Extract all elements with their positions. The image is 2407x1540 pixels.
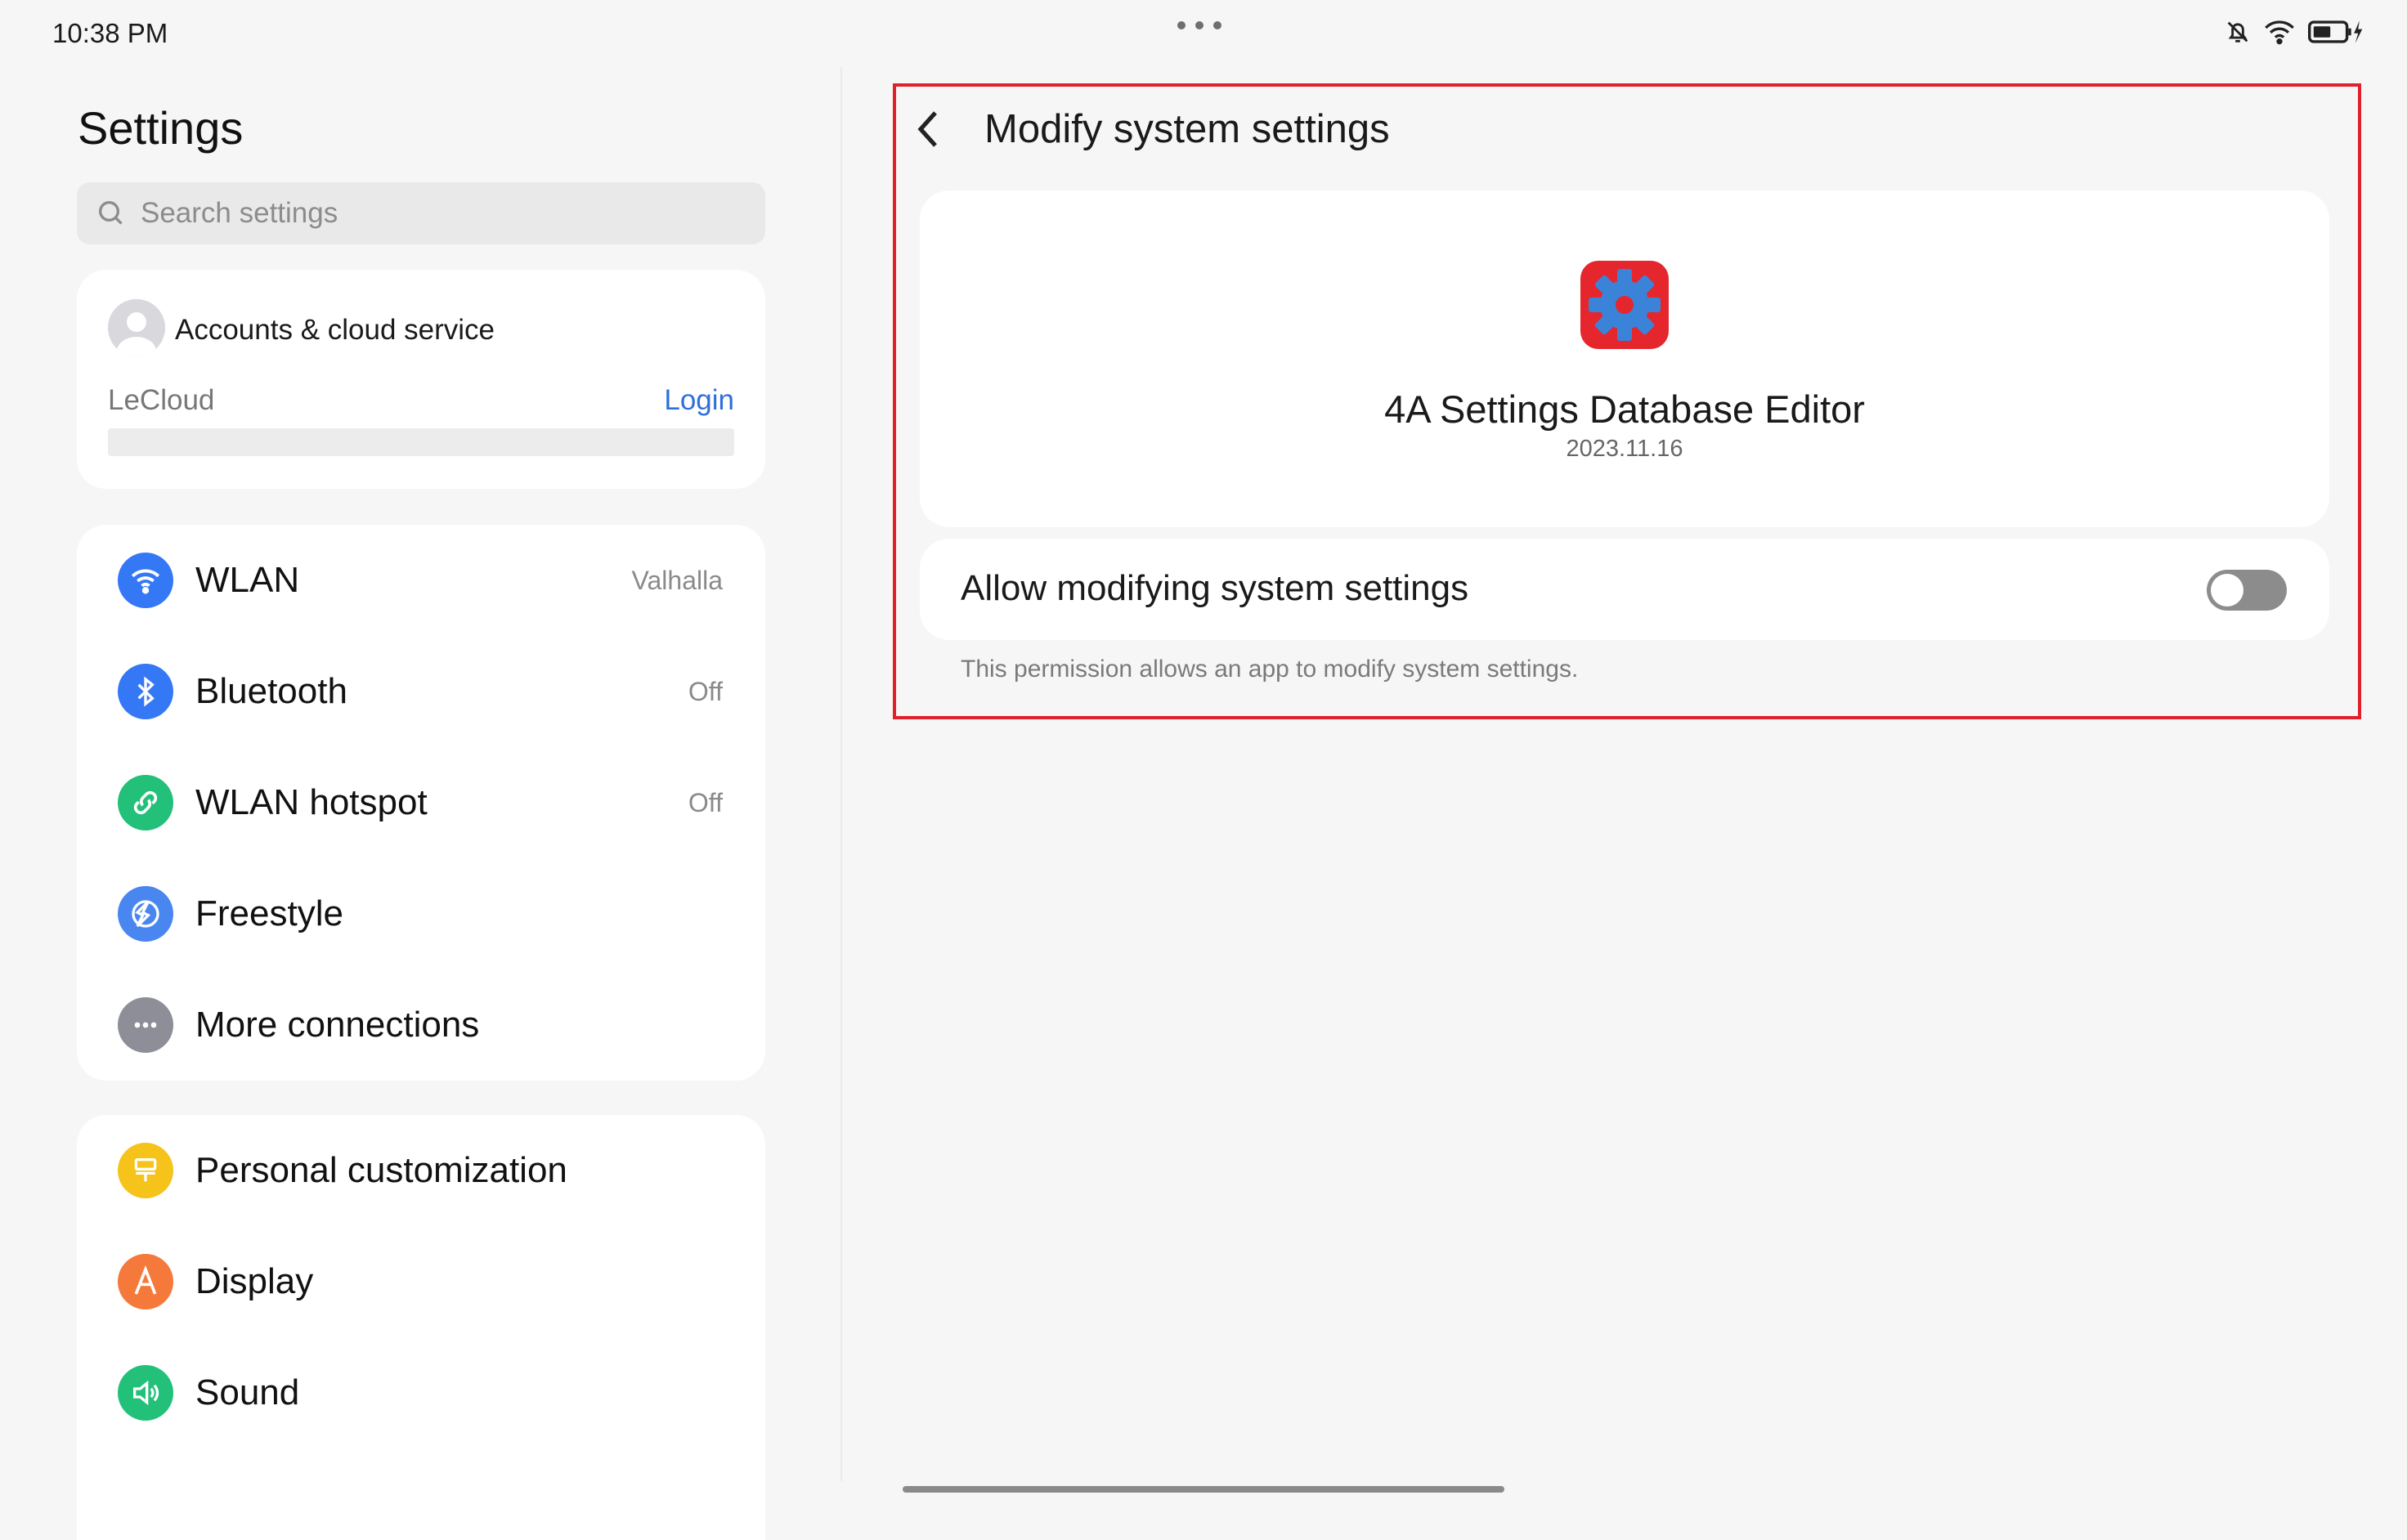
detail-title: Modify system settings (984, 107, 1390, 151)
wifi-icon (118, 553, 173, 608)
sidebar-item-personal-customization[interactable]: Personal customization (77, 1115, 765, 1226)
bell-off-icon (2227, 21, 2248, 43)
account-progress-bar (108, 428, 734, 456)
account-title: Accounts & cloud service (175, 314, 495, 346)
sidebar-item-label: Bluetooth (195, 671, 347, 711)
cloud-service-name: LeCloud (108, 384, 215, 416)
app-info-card: 4A Settings Database Editor 2023.11.16 (920, 190, 2329, 527)
sidebar-item-wlan-hotspot[interactable]: WLAN hotspot Off (77, 747, 765, 858)
account-card[interactable]: Accounts & cloud service LeCloud Login (77, 270, 765, 489)
avatar (108, 299, 165, 356)
search-icon (99, 201, 123, 225)
battery-charging-icon (2308, 20, 2363, 43)
permission-description: This permission allows an app to modify … (961, 656, 1579, 683)
sidebar-item-label: More connections (195, 1005, 480, 1045)
more-dots-icon (118, 997, 173, 1053)
gear-icon (1580, 261, 1669, 349)
personal-card: Personal customization Display Sound (77, 1115, 765, 1540)
sidebar-item-label: Display (195, 1261, 314, 1301)
search-bar[interactable] (77, 182, 765, 244)
freestyle-icon (118, 886, 173, 942)
sidebar-item-wlan[interactable]: WLAN Valhalla (77, 525, 765, 636)
sidebar-item-sound[interactable]: Sound (77, 1337, 765, 1448)
status-icons (2224, 18, 2364, 46)
sidebar-item-label: Personal customization (195, 1150, 567, 1190)
sidebar-item-value: Off (688, 787, 723, 817)
sidebar-item-display[interactable]: Display (77, 1226, 765, 1337)
permission-toggle-row[interactable]: Allow modifying system settings (920, 539, 2329, 640)
sidebar-item-more-connections[interactable]: More connections (77, 969, 765, 1081)
avatar-person-icon (117, 312, 156, 356)
sidebar-item-label: Sound (195, 1372, 300, 1412)
wifi-icon (2265, 20, 2294, 45)
allow-modify-toggle[interactable] (2207, 570, 2287, 611)
sidebar-item-label: WLAN (195, 560, 300, 600)
paintbrush-icon (118, 1143, 173, 1198)
search-input[interactable] (139, 196, 764, 231)
app-name: 4A Settings Database Editor (1384, 387, 1865, 431)
login-link[interactable]: Login (664, 384, 734, 417)
toggle-knob (2211, 574, 2243, 607)
back-arrow-icon[interactable] (911, 106, 947, 152)
sidebar-item-label: Freestyle (195, 893, 343, 933)
sidebar-item-value: Off (688, 676, 723, 706)
sidebar-item-label: WLAN hotspot (195, 782, 428, 822)
bluetooth-icon (118, 664, 173, 719)
sidebar-item-bluetooth[interactable]: Bluetooth Off (77, 636, 765, 747)
settings-sidebar: Settings Accounts & cloud service LeClou… (0, 0, 840, 1540)
link-icon (118, 775, 173, 830)
multitask-dots-icon[interactable] (1177, 21, 1221, 29)
display-a-icon (118, 1254, 173, 1309)
pane-divider (840, 67, 842, 1481)
sidebar-item-value: Valhalla (631, 565, 723, 595)
speaker-icon (118, 1365, 173, 1421)
toggle-label: Allow modifying system settings (961, 568, 1469, 608)
sidebar-item-freestyle[interactable]: Freestyle (77, 858, 765, 969)
home-indicator[interactable] (903, 1486, 1504, 1493)
app-version: 2023.11.16 (1566, 436, 1683, 462)
connections-card: WLAN Valhalla Bluetooth Off WLAN hotspot… (77, 525, 765, 1081)
page-title: Settings (78, 102, 244, 154)
